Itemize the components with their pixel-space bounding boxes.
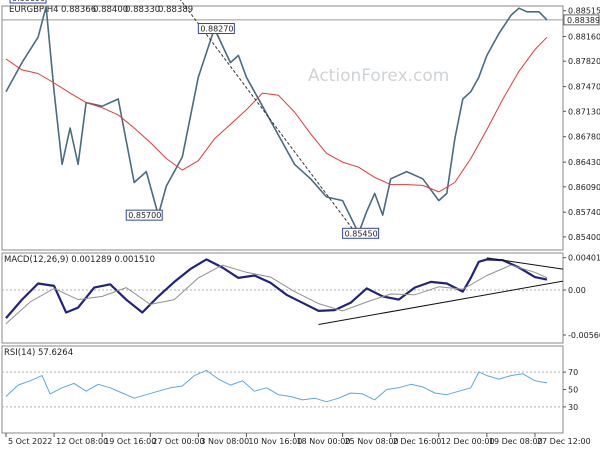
series-moving-average-line — [5, 36, 548, 193]
y-tick-label: 70 — [568, 368, 578, 377]
series-rsi-line — [5, 369, 548, 403]
y-tick-label: 0.004015 — [568, 254, 600, 263]
y-tick-label: 0.88515 — [568, 7, 600, 16]
panel-frame-price — [1, 5, 564, 251]
price-high: 0.88400 — [93, 5, 128, 15]
price-close: 0.88389 — [158, 5, 193, 15]
y-tick-label: 0.85740 — [568, 208, 600, 217]
panel-frame-rsi — [1, 345, 564, 434]
trendline — [486, 257, 564, 270]
macd-label: MACD(12,26,9) 0.001289 0.001510 — [4, 255, 155, 265]
y-tick-label: 0.86090 — [568, 183, 600, 192]
y-tick-label: 0.85400 — [568, 233, 600, 242]
chart-figure: ActionForex.com EURGBP,H4 0.88366 0.8840… — [1, 0, 600, 446]
y-tick-label: 0.87470 — [568, 83, 600, 92]
x-tick-label: 2 Dec 16:00 — [393, 437, 442, 446]
y-tick-label: 0.88160 — [568, 33, 600, 42]
x-tick-label: 3 Nov 08:00 — [200, 437, 249, 446]
trendline — [179, 0, 360, 238]
watermark: ActionForex.com — [308, 66, 449, 86]
series-price-line — [5, 5, 548, 235]
y-tick-label: 30 — [568, 403, 578, 412]
price-annotation-label: 0.85700 — [128, 211, 161, 220]
series-signal-line — [5, 264, 548, 325]
y-tick-label: 0.87820 — [568, 57, 600, 66]
price-open: 0.88366 — [61, 5, 96, 15]
price-low: 0.88330 — [125, 5, 160, 15]
x-tick-label: 19 Oct 16:00 — [104, 437, 156, 446]
price-annotation-label: 0.85450 — [345, 229, 378, 238]
y-tick-label: 0.86780 — [568, 133, 600, 142]
x-tick-label: 27 Dec 12:00 — [537, 437, 591, 446]
x-tick-label: 27 Oct 00:00 — [152, 437, 204, 446]
x-tick-label: 10 Nov 16:00 — [248, 437, 302, 446]
x-tick-label: 12 Oct 08:00 — [56, 437, 108, 446]
x-tick-label: 12 Dec 00:00 — [441, 437, 495, 446]
x-tick-label: 19 Dec 08:00 — [489, 437, 543, 446]
price-annotation-label: 0.88690 — [12, 0, 45, 3]
rsi-label: RSI(14) 57.6264 — [4, 348, 73, 358]
y-tick-label: 50 — [568, 386, 578, 395]
y-tick-label: 0.86430 — [568, 158, 600, 167]
y-tick-label: 0.87130 — [568, 107, 600, 116]
x-tick-label: 5 Oct 2022 — [8, 437, 52, 446]
price-header: EURGBP,H4 — [9, 5, 59, 15]
x-tick-label: 18 Nov 00:00 — [297, 437, 351, 446]
y-tick-label: 0.00 — [568, 286, 586, 295]
y-tick-label: -0.005606 — [568, 331, 600, 340]
price-annotation-label: 0.88270 — [200, 25, 233, 34]
current-price-label: 0.88389 — [567, 16, 600, 25]
x-tick-label: 25 Nov 08:00 — [345, 437, 399, 446]
series-macd-line — [5, 258, 548, 319]
trendline — [318, 280, 564, 326]
